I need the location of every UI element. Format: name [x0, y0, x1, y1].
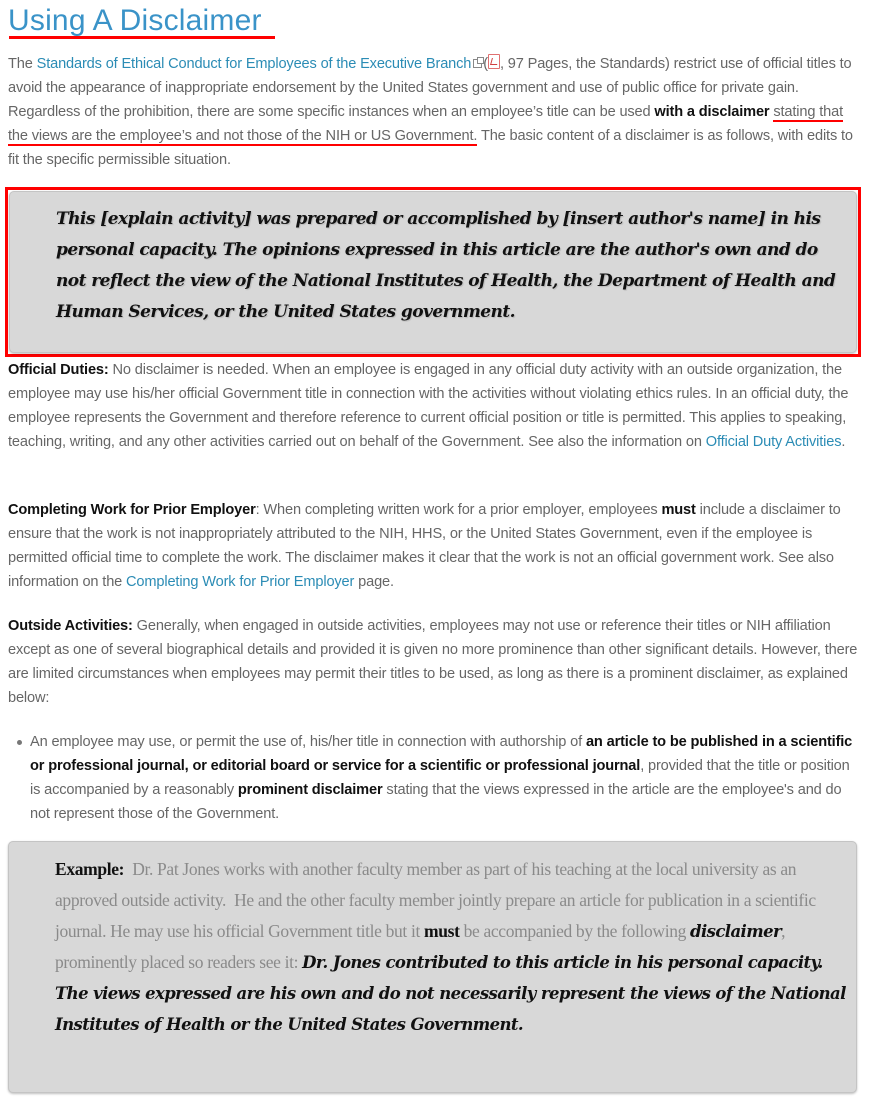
official-duties-end: . [841, 434, 846, 450]
disclaimer-text: This [explain activity] was prepared or … [56, 209, 836, 322]
prior-employer-body1: : When completing written work for a pri… [255, 502, 662, 518]
prior-employer-must: must [661, 502, 696, 518]
completing-work-link[interactable]: Completing Work for Prior Employer [126, 574, 354, 590]
intro-bold-phrase: with a disclaimer [654, 104, 770, 120]
outside-activities-paragraph: Outside Activities: Generally, when enga… [8, 614, 860, 710]
bullet-text: An employee may use, or permit the use o… [30, 734, 586, 750]
pdf-icon[interactable] [487, 54, 500, 69]
example-body: be accompanied by the following [459, 921, 691, 941]
disclaimer-box: This [explain activity] was prepared or … [9, 191, 857, 353]
official-duty-activities-link[interactable]: Official Duty Activities [706, 434, 842, 450]
outside-activities-label: Outside Activities: [8, 618, 133, 634]
standards-link[interactable]: Standards of Ethical Conduct for Employe… [37, 56, 472, 72]
list-item: An employee may use, or permit the use o… [8, 730, 860, 826]
title-red-underline [9, 36, 275, 39]
bullet-list: An employee may use, or permit the use o… [8, 730, 860, 826]
example-text: Example: Dr. Pat Jones works with anothe… [55, 854, 855, 1040]
prior-employer-label: Completing Work for Prior Employer [8, 502, 256, 518]
outside-activities-body: Generally, when engaged in outside activ… [8, 618, 858, 706]
official-duties-label: Official Duties: [8, 362, 109, 378]
external-link-icon[interactable] [473, 56, 485, 68]
official-duties-paragraph: Official Duties: No disclaimer is needed… [8, 358, 860, 454]
example-disclaimer-word: disclaimer [690, 922, 782, 941]
example-box: Example: Dr. Pat Jones works with anothe… [8, 841, 857, 1093]
example-label: Example: [55, 859, 125, 879]
example-must: must [424, 921, 460, 941]
prior-employer-paragraph: Completing Work for Prior Employer: When… [8, 498, 860, 594]
intro-prefix: The [8, 56, 37, 72]
intro-paragraph: The Standards of Ethical Conduct for Emp… [8, 52, 860, 172]
bullet-icon [17, 740, 22, 745]
prior-employer-end: page. [354, 574, 394, 590]
page-title: Using A Disclaimer [8, 4, 262, 37]
bullet-bold: prominent disclaimer [237, 782, 383, 798]
